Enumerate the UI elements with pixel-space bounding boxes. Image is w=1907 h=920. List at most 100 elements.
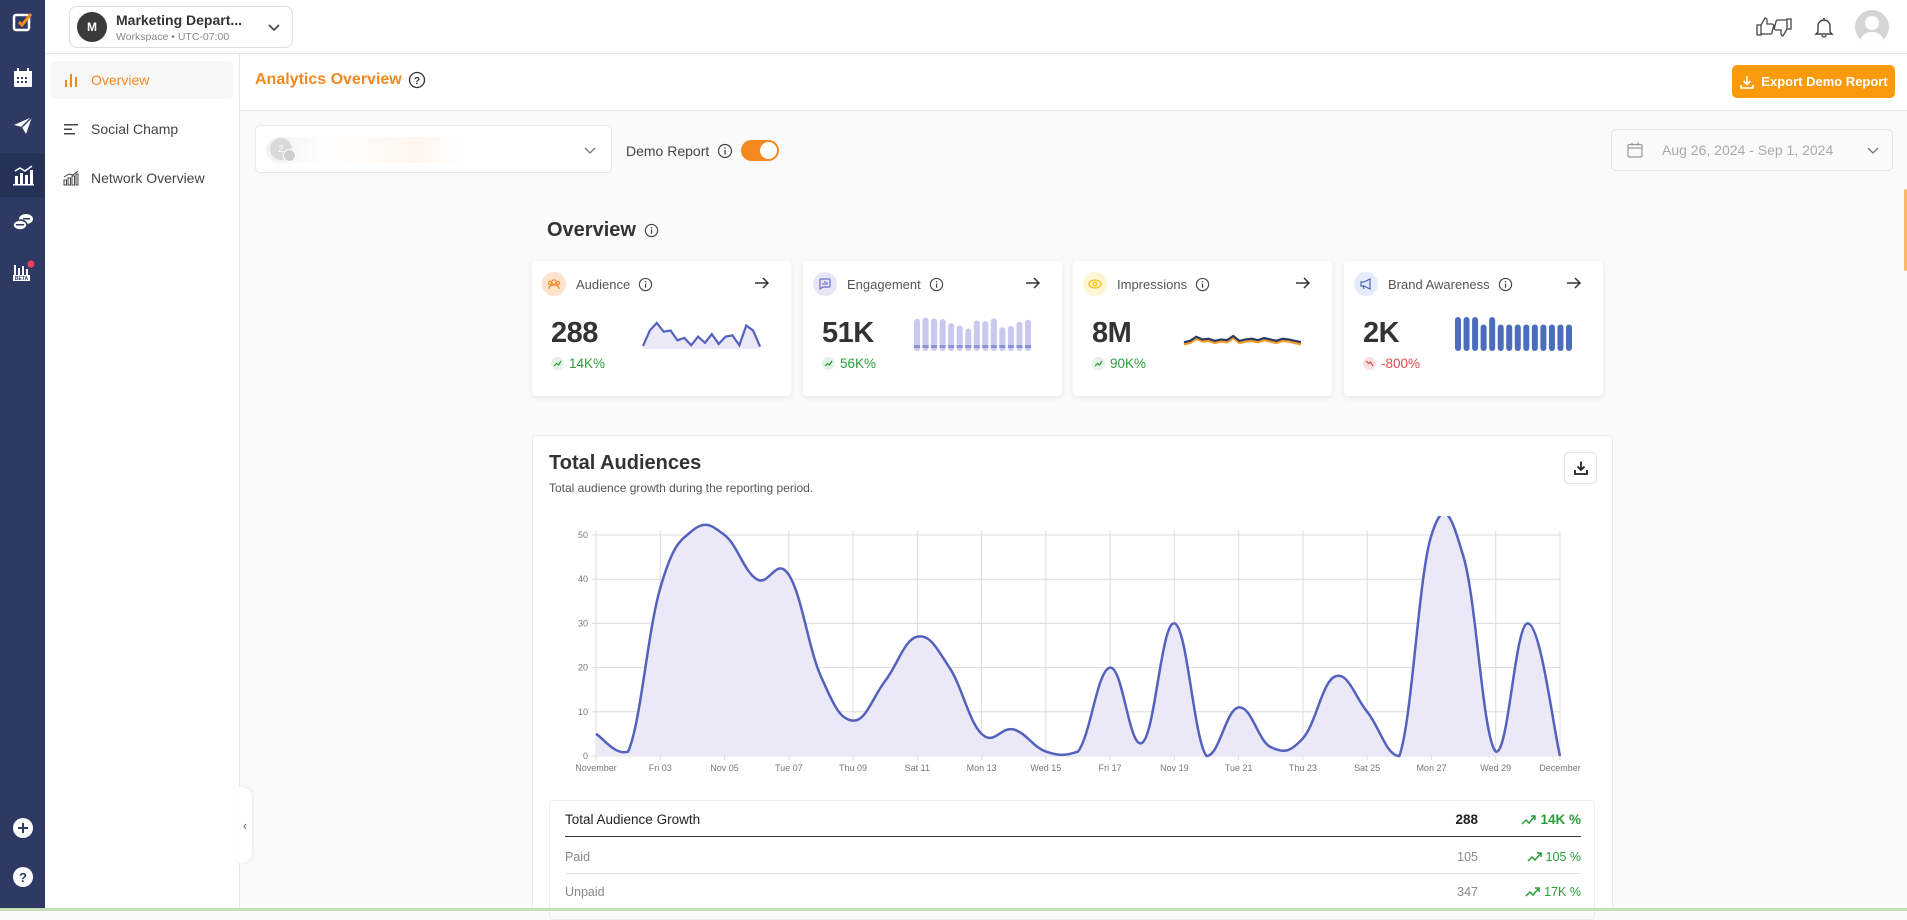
demo-report-toggle[interactable] — [741, 140, 779, 161]
metric-label-text: Brand Awareness — [1388, 277, 1490, 292]
top-bar: M Marketing Depart... Workspace • UTC-07… — [45, 0, 1907, 54]
rail-compose[interactable] — [0, 0, 45, 44]
rail-analytics[interactable] — [0, 153, 45, 197]
chevron-left-icon: ‹ — [243, 818, 247, 833]
x-tick-label: Wed 29 — [1480, 763, 1511, 773]
rail-calendar[interactable] — [0, 56, 45, 100]
spark-bar — [1455, 317, 1461, 351]
trend-down-icon — [1363, 357, 1376, 370]
demo-report-label: Demo Report — [626, 143, 709, 159]
metric-card-impressions[interactable]: Impressions8M90K% — [1073, 261, 1332, 396]
x-tick-label: Fri 17 — [1099, 763, 1122, 773]
sidebar-item-social-champ[interactable]: Social Champ — [51, 110, 233, 148]
spark-bar-base — [991, 345, 997, 348]
rail-help[interactable]: ? — [0, 855, 45, 899]
sparkline — [1451, 313, 1576, 353]
metric-label-text: Impressions — [1117, 277, 1187, 292]
overview-title: Overview — [547, 219, 659, 242]
date-range-picker[interactable]: Aug 26, 2024 - Sep 1, 2024 — [1611, 129, 1893, 171]
metric-card-audience[interactable]: Audience28814K% — [532, 261, 791, 396]
spark-bar-base — [923, 345, 929, 348]
info-icon[interactable] — [1195, 277, 1210, 292]
arrow-right-icon[interactable] — [1565, 274, 1583, 292]
row-value: 347 — [1398, 885, 1478, 899]
metric-label: Impressions — [1117, 277, 1210, 292]
metric-icon — [542, 272, 566, 296]
spark-bar-base — [931, 345, 937, 348]
engage-icon — [11, 212, 35, 234]
workspace-name: Marketing Depart... — [116, 12, 242, 28]
table-row: Paid 105 105 % — [565, 840, 1581, 874]
sparkline — [639, 313, 764, 353]
x-tick-label: Wed 15 — [1030, 763, 1061, 773]
info-icon[interactable] — [717, 143, 733, 159]
x-tick-label: Nov 05 — [710, 763, 739, 773]
app-rail: BETA ? — [0, 0, 45, 911]
y-tick-label: 40 — [578, 574, 588, 584]
spark-bar-base — [948, 345, 954, 348]
trend-up-icon — [1521, 814, 1537, 826]
info-icon[interactable] — [644, 223, 659, 238]
spark-bar — [1515, 324, 1521, 351]
download-chart-button[interactable] — [1564, 452, 1597, 484]
arrow-right-icon[interactable] — [753, 274, 771, 292]
overview-title-text: Overview — [547, 219, 636, 242]
sidebar-item-label: Network Overview — [91, 170, 205, 186]
rail-engage[interactable] — [0, 201, 45, 245]
metric-card-engagement[interactable]: Engagement51K56K% — [803, 261, 1062, 396]
rail-publish[interactable] — [0, 103, 45, 147]
export-report-button[interactable]: Export Demo Report — [1732, 65, 1895, 98]
x-tick-label: Sat 11 — [905, 763, 930, 773]
svg-text:?: ? — [414, 76, 420, 87]
workspace-meta: Workspace • UTC-07:00 — [116, 31, 229, 43]
workspace-switcher[interactable]: M Marketing Depart... Workspace • UTC-07… — [69, 6, 293, 48]
sidebar-item-label: Social Champ — [91, 121, 178, 137]
sidebar-item-network-overview[interactable]: Network Overview — [51, 159, 233, 197]
rail-beta-analytics[interactable]: BETA — [0, 250, 45, 294]
x-tick-label: Thu 23 — [1289, 763, 1317, 773]
spark-bar-base — [982, 345, 988, 348]
info-icon[interactable] — [1498, 277, 1513, 292]
download-icon — [1573, 460, 1589, 476]
publish-icon — [12, 114, 34, 136]
row-label: Unpaid — [565, 885, 1398, 899]
x-tick-label: Tue 21 — [1225, 763, 1253, 773]
sidebar-item-overview[interactable]: Overview — [51, 61, 233, 99]
account-selector[interactable]: Z — [255, 125, 612, 173]
rail-add[interactable] — [0, 806, 45, 850]
metric-change: 14K% — [551, 356, 605, 371]
spark-bar — [1489, 317, 1495, 351]
spark-bar-base — [999, 345, 1005, 348]
y-tick-label: 20 — [578, 663, 588, 673]
feedback-thumbs-icon[interactable] — [1755, 16, 1793, 38]
x-tick-label: Nov 19 — [1160, 763, 1189, 773]
metric-change-text: 56K% — [840, 356, 876, 371]
y-tick-label: 0 — [583, 751, 588, 761]
trend-up-icon — [1527, 851, 1543, 863]
spark-bar — [1540, 324, 1546, 351]
x-tick-label: December — [1539, 763, 1581, 773]
arrow-right-icon[interactable] — [1024, 274, 1042, 292]
arrow-right-icon[interactable] — [1294, 274, 1312, 292]
spark-bar — [1557, 324, 1563, 351]
spark-bar — [1566, 324, 1572, 351]
row-change: 105 % — [1511, 850, 1581, 864]
help-circle-icon[interactable]: ? — [408, 71, 426, 89]
row-change-text: 14K % — [1540, 812, 1581, 827]
metric-label-text: Audience — [576, 277, 630, 292]
spark-bar-base — [940, 345, 946, 348]
total-audiences-card: Total Audiences Total audience growth du… — [532, 435, 1613, 911]
collapse-sidebar-button[interactable]: ‹ — [238, 787, 252, 863]
user-avatar[interactable] — [1855, 10, 1889, 44]
beta-label: BETA — [14, 276, 28, 282]
total-audiences-chart[interactable]: 01020304050NovemberFri 03Nov 05Tue 07Thu… — [541, 516, 1581, 816]
metric-change: 56K% — [822, 356, 876, 371]
spark-bar-base — [1008, 345, 1014, 348]
info-icon[interactable] — [638, 277, 653, 292]
x-tick-label: Thu 09 — [839, 763, 867, 773]
metric-card-brand-awareness[interactable]: Brand Awareness2K-800% — [1344, 261, 1603, 396]
row-change: 14K % — [1511, 812, 1581, 827]
info-icon[interactable] — [929, 277, 944, 292]
row-value: 288 — [1398, 812, 1478, 827]
bell-icon[interactable] — [1813, 16, 1835, 38]
